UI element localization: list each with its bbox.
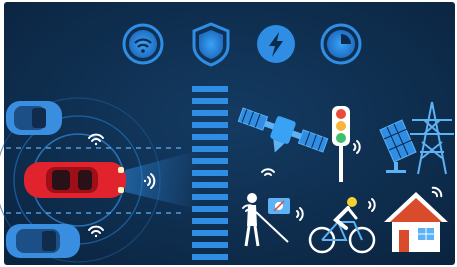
wifi-icon <box>122 23 164 65</box>
vehicle-blue-car-top <box>6 101 62 135</box>
smart-city-illustration <box>0 0 457 267</box>
clock-icon <box>320 23 362 65</box>
shield-icon <box>192 22 230 67</box>
vehicle-blue-car-bottom <box>6 224 80 258</box>
lightning-icon <box>257 25 295 63</box>
vehicle-red-car <box>24 162 126 198</box>
crosswalk <box>192 86 228 260</box>
crossing-sign-icon <box>268 198 290 214</box>
